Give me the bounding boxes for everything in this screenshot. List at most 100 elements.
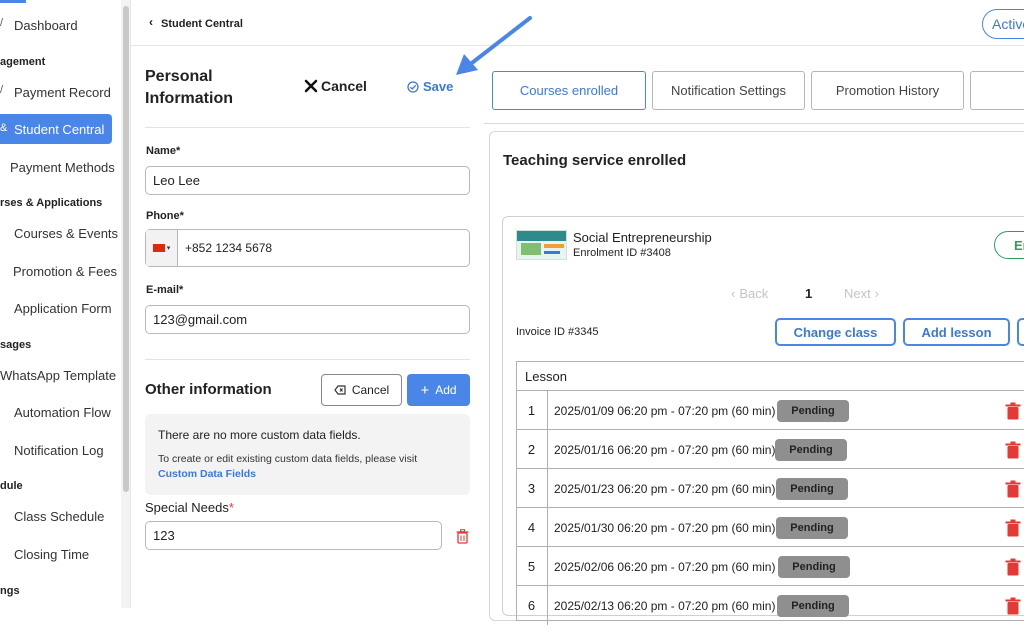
phone-value: +852 1234 5678 (185, 241, 273, 255)
tab-courses-enrolled[interactable]: Courses enrolled (492, 71, 646, 110)
other-cancel-button[interactable]: Cancel (321, 374, 402, 406)
custom-data-fields-link[interactable]: Custom Data Fields (158, 468, 256, 480)
name-field[interactable]: Leo Lee (145, 166, 470, 195)
sidebar-item-automation-flow[interactable]: Automation Flow (14, 405, 111, 420)
table-row: 1 2025/01/09 06:20 pm - 07:20 pm (60 min… (516, 390, 1024, 430)
sidebar-item-payment-record[interactable]: Payment Record (14, 85, 111, 100)
status-label: Pending (790, 483, 834, 495)
add-lesson-button[interactable]: Add lesson (903, 318, 1010, 346)
add-lesson-label: Add lesson (921, 324, 992, 340)
status-badge: Pending (776, 478, 848, 500)
trash-icon[interactable] (1005, 558, 1021, 576)
lesson-number: 4 (516, 508, 548, 547)
sidebar-scrollbar-thumb[interactable] (123, 6, 129, 492)
sidebar-item-payment-methods[interactable]: Payment Methods (10, 160, 115, 175)
delete-icon[interactable] (456, 529, 469, 544)
table-row: 3 2025/01/23 06:20 pm - 07:20 pm (60 min… (516, 468, 1024, 508)
sidebar-item-student-central[interactable]: Student Central (14, 122, 104, 137)
status-label: Pending (791, 405, 835, 417)
lesson-time: 2025/01/09 06:20 pm - 07:20 pm (60 min) (554, 403, 776, 418)
backspace-icon (334, 385, 346, 395)
divider (145, 359, 470, 360)
change-class-button[interactable]: Change class (775, 318, 896, 346)
status-label: Pending (792, 561, 836, 573)
personal-info-title: Personal Information (145, 66, 233, 110)
add-field-label: Add (435, 383, 457, 397)
trash-icon[interactable] (1005, 480, 1021, 498)
pager-current-page[interactable]: 1 (805, 286, 812, 301)
sidebar-item-promotion-fees[interactable]: Promotion & Fees (13, 264, 117, 279)
status-label: Pending (789, 444, 833, 456)
tab-promotion-history[interactable]: Promotion History (811, 71, 964, 110)
invoice-id: Invoice ID #3345 (516, 326, 599, 338)
chevron-icon: / (0, 84, 4, 96)
table-row: 2 2025/01/16 06:20 pm - 07:20 pm (60 min… (516, 429, 1024, 469)
personal-title-line2: Information (145, 90, 233, 107)
tab-notification-settings[interactable]: Notification Settings (652, 71, 805, 110)
email-field[interactable]: 123@gmail.com (145, 305, 470, 334)
lesson-time: 2025/02/06 06:20 pm - 07:20 pm (60 min) (554, 559, 776, 574)
special-needs-value: 123 (153, 528, 175, 543)
trash-icon[interactable] (1005, 402, 1021, 420)
back-chevron-icon[interactable]: ‹ (149, 15, 153, 29)
status-badge: Pending (777, 595, 849, 617)
course-name[interactable]: Social Entrepreneurship (573, 230, 712, 245)
country-selector[interactable]: ▾ (146, 230, 178, 266)
lesson-time: 2025/01/30 06:20 pm - 07:20 pm (60 min) (554, 520, 776, 535)
lesson-number: 5 (516, 547, 548, 586)
save-button[interactable]: Save (407, 79, 453, 94)
accent-bar (0, 0, 26, 3)
hint-text: To create or edit existing custom data f… (158, 453, 418, 465)
trash-icon[interactable] (1005, 597, 1021, 615)
pager-back-button[interactable]: ‹ Back (731, 286, 768, 301)
special-needs-label: Special Needs* (145, 500, 234, 515)
sidebar-item-closing-time[interactable]: Closing Time (14, 547, 89, 562)
lesson-time: 2025/01/23 06:20 pm - 07:20 pm (60 min) (554, 481, 776, 496)
pager-next-button[interactable]: Next › (844, 286, 879, 301)
breadcrumb[interactable]: Student Central (161, 18, 243, 30)
add-field-button[interactable]: + Add (407, 374, 470, 406)
cancel-button[interactable]: Cancel (304, 78, 367, 94)
change-class-label: Change class (793, 324, 878, 340)
lesson-time: 2025/01/16 06:20 pm - 07:20 pm (60 min) (554, 442, 776, 457)
tab-more[interactable] (970, 71, 1024, 110)
sidebar-item-dashboard[interactable]: Dashboard (14, 18, 78, 33)
lesson-number: 6 (516, 586, 548, 625)
tab-label: Courses enrolled (519, 83, 619, 98)
sidebar-item-notification-log[interactable]: Notification Log (14, 443, 104, 458)
enrolment-id: Enrolment ID #3408 (573, 247, 671, 259)
tab-label: Notification Settings (671, 83, 786, 98)
status-badge: Pending (775, 439, 847, 461)
table-row: 4 2025/01/30 06:20 pm - 07:20 pm (60 min… (516, 507, 1024, 547)
sidebar-heading-courses: rses & Applications (0, 197, 103, 209)
phone-label: Phone* (146, 210, 184, 222)
sidebar-item-whatsapp-template[interactable]: WhatsApp Template (0, 368, 116, 383)
special-needs-field[interactable]: 123 (145, 521, 442, 550)
save-button-label: Save (423, 79, 454, 94)
lesson-number: 3 (516, 469, 548, 508)
hk-flag-icon (152, 244, 165, 252)
required-asterisk: * (228, 500, 234, 515)
tab-label: Promotion History (835, 83, 940, 98)
lesson-column-header: Lesson (525, 369, 567, 384)
trash-icon[interactable] (1005, 519, 1021, 537)
sidebar-item-application-form[interactable]: Application Form (14, 301, 112, 316)
chevron-down-icon: ▾ (166, 245, 171, 252)
student-icon: & (0, 122, 8, 134)
sidebar-heading-settings: ngs (0, 585, 20, 597)
trash-icon[interactable] (1005, 441, 1021, 459)
email-label: E-mail* (146, 284, 184, 296)
phone-field[interactable]: ▾ +852 1234 5678 (145, 229, 470, 267)
annotation-arrow-icon (456, 16, 532, 75)
teaching-service-title: Teaching service enrolled (503, 152, 687, 169)
sidebar-item-courses-events[interactable]: Courses & Events (14, 226, 118, 241)
name-label: Name* (146, 145, 181, 157)
more-actions-button[interactable] (1017, 318, 1024, 346)
sidebar-heading-management: agement (0, 56, 46, 68)
pager-back-label: Back (739, 286, 769, 301)
lesson-time: 2025/02/13 06:20 pm - 07:20 pm (60 min) (554, 598, 776, 613)
sidebar-item-class-schedule[interactable]: Class Schedule (14, 509, 104, 524)
top-bar: ‹ Student Central Active (131, 0, 1024, 46)
lesson-number: 1 (516, 391, 548, 430)
empty-message: There are no more custom data fields. (158, 428, 361, 442)
